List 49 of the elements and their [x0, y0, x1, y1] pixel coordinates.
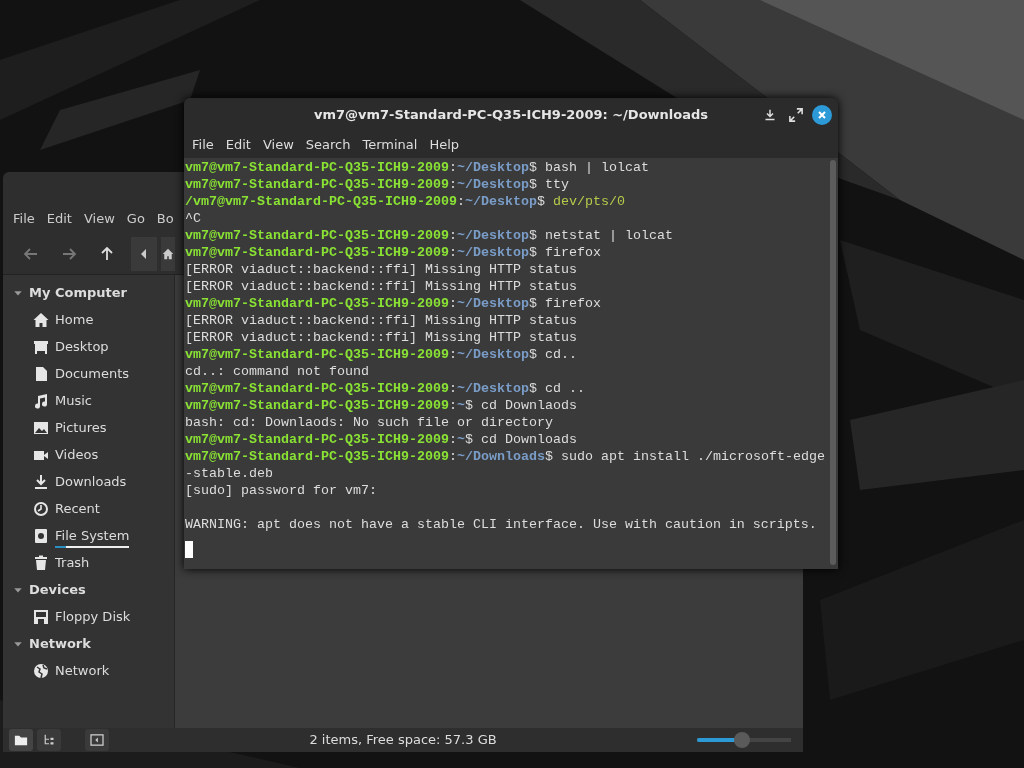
sidebar-item[interactable]: Floppy Disk	[3, 603, 174, 630]
terminal-line: ^C	[185, 210, 202, 227]
terminal-line: WARNING: apt does not have a stable CLI interface. Use with caution in scripts.	[185, 516, 818, 533]
terminal-line: vm7@vm7-Standard-PC-Q35-ICH9-2009:~/Desktop$ firefox	[185, 244, 602, 261]
terminal-line: vm7@vm7-Standard-PC-Q35-ICH9-2009:~/Desktop$ cd..	[185, 346, 578, 363]
menu-item[interactable]: File	[7, 209, 41, 229]
sidebar-item[interactable]: Downloads	[3, 468, 174, 495]
sidebar-item[interactable]: Trash	[3, 549, 174, 576]
menu-item[interactable]: File	[186, 135, 220, 155]
terminal-line: [ERROR viaduct::backend::ffi] Missing HTTP status	[185, 278, 578, 295]
terminal-line: vm7@vm7-Standard-PC-Q35-ICH9-2009:~/Desktop$ tty	[185, 176, 570, 193]
menu-item[interactable]: Edit	[219, 135, 257, 155]
terminal-line: [ERROR viaduct::backend::ffi] Missing HTTP status	[185, 329, 578, 346]
status-text: 2 items, Free space: 57.3 GB	[308, 731, 498, 750]
terminal-line: vm7@vm7-Standard-PC-Q35-ICH9-2009:~$ cd Downloads	[185, 431, 578, 448]
sidebar-item[interactable]: Recent	[3, 495, 174, 522]
terminal-line: vm7@vm7-Standard-PC-Q35-ICH9-2009:~/Downloads$ sudo apt install ./microsoft-edge	[185, 448, 826, 465]
sidebar-item[interactable]: File System	[3, 522, 174, 549]
menu-item[interactable]: Search	[299, 135, 357, 155]
terminal-line: [sudo] password for vm7:	[185, 482, 378, 499]
sidebar-item[interactable]: Pictures	[3, 414, 174, 441]
menu-item[interactable]: Help	[423, 135, 466, 155]
terminal-line: bash: cd: Downlaods: No such file or directory	[185, 414, 554, 431]
sidebar-item[interactable]: Network	[3, 657, 174, 684]
sidebar-section-header[interactable]: Network	[3, 630, 174, 657]
sidebar-section-header[interactable]: Devices	[3, 576, 174, 603]
menu-item[interactable]: View	[77, 209, 121, 229]
terminal-line: vm7@vm7-Standard-PC-Q35-ICH9-2009:~/Desktop$ firefox	[185, 295, 602, 312]
sidebar-item[interactable]: Videos	[3, 441, 174, 468]
sidebar-item[interactable]: Home	[3, 306, 174, 333]
terminal-line: vm7@vm7-Standard-PC-Q35-ICH9-2009:~/Desktop$ bash | lolcat	[185, 159, 650, 176]
terminal-line: [ERROR viaduct::backend::ffi] Missing HTTP status	[185, 261, 578, 278]
menu-item[interactable]: Terminal	[356, 135, 424, 155]
terminal-line: cd..: command not found	[185, 363, 370, 380]
menu-item[interactable]: Edit	[40, 209, 78, 229]
menu-item[interactable]: View	[256, 135, 300, 155]
sidebar-item[interactable]: Music	[3, 387, 174, 414]
menu-item[interactable]: Go	[120, 209, 151, 229]
menu-item[interactable]: Bo	[150, 209, 180, 229]
sidebar-item[interactable]: Desktop	[3, 333, 174, 360]
terminal-line: vm7@vm7-Standard-PC-Q35-ICH9-2009:~$ cd Downlaods	[185, 397, 578, 414]
terminal-line: [ERROR viaduct::backend::ffi] Missing HTTP status	[185, 312, 578, 329]
terminal-line: vm7@vm7-Standard-PC-Q35-ICH9-2009:~/Desktop$ netstat | lolcat	[185, 227, 674, 244]
sidebar-section-header[interactable]: My Computer	[3, 279, 174, 306]
terminal-line: vm7@vm7-Standard-PC-Q35-ICH9-2009:~/Desktop$ cd ..	[185, 380, 586, 397]
terminal-line: -stable.deb	[185, 465, 274, 482]
window-title: vm7@vm7-Standard-PC-Q35-ICH9-2009: ~/Downloads	[312, 106, 710, 125]
terminal-line: /vm7@vm7-Standard-PC-Q35-ICH9-2009:~/Desktop$ dev/pts/0	[185, 193, 626, 210]
sidebar-item[interactable]: Documents	[3, 360, 174, 387]
